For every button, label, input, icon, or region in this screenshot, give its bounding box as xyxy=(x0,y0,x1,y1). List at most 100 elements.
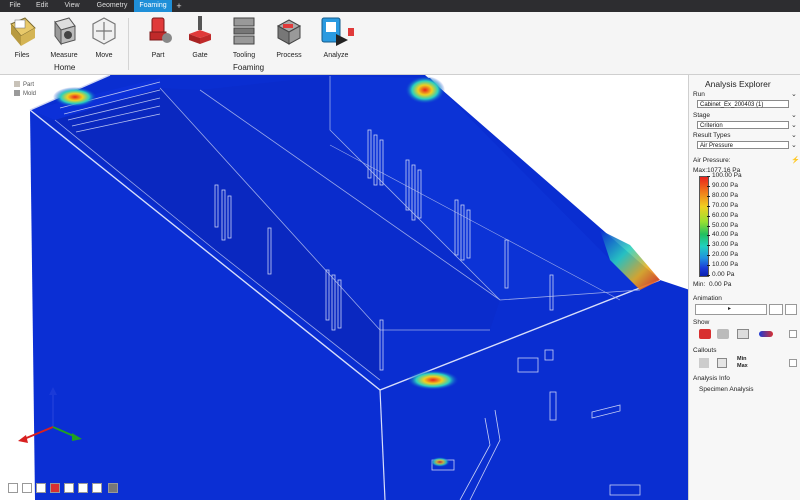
legend-mold-label: Mold xyxy=(23,91,37,97)
colorbar-tick-label: 90.00 Pa xyxy=(712,181,739,189)
colorbar-tick-label: 0.00 Pa xyxy=(712,271,735,278)
legend-part-label: Part xyxy=(23,82,35,88)
menu-view[interactable]: View xyxy=(58,0,86,12)
stage-collapse-icon[interactable]: ⌄ xyxy=(791,111,797,119)
view-section-button[interactable] xyxy=(36,483,46,493)
colorbar-tick-mark xyxy=(707,225,710,227)
move-icon xyxy=(92,17,116,45)
ribbon-toolbar: Files Measure Move Home Part Gate Toolin… xyxy=(0,12,800,75)
part-label: Part xyxy=(151,52,165,59)
result-types-label: Result Types xyxy=(693,132,731,139)
callout-point-icon[interactable] xyxy=(717,358,727,368)
colorbar-min-label: Min: xyxy=(693,281,706,288)
view-fit-button[interactable] xyxy=(22,483,32,493)
callouts-label: Callouts xyxy=(693,347,717,354)
stage-select[interactable]: Criterion xyxy=(697,121,789,129)
colorbar-tick-mark xyxy=(707,255,710,257)
colorbar-tick-mark xyxy=(707,235,710,237)
menu-foaming[interactable]: Foaming xyxy=(134,0,172,12)
gate-label: Gate xyxy=(192,52,208,59)
view-cube-button[interactable] xyxy=(108,483,118,493)
menu-file[interactable]: File xyxy=(4,0,26,12)
show-menu-button[interactable] xyxy=(789,330,797,338)
callouts-menu-button[interactable] xyxy=(789,359,797,367)
gate-button[interactable]: Gate xyxy=(182,14,218,59)
colorbar-tick-label: 50.00 Pa xyxy=(712,221,739,229)
colorbar-tick-label: 100.00 Pa xyxy=(712,172,742,179)
measure-button[interactable]: Measure xyxy=(46,14,82,59)
animation-play-button[interactable]: ▸ xyxy=(695,304,767,315)
play-icon: ▸ xyxy=(728,306,732,312)
result-types-collapse-icon[interactable]: ⌄ xyxy=(791,131,797,139)
colorbar-tick-mark xyxy=(707,275,710,276)
ribbon-separator xyxy=(128,18,129,70)
show-gate-icon[interactable] xyxy=(737,329,749,339)
part-icon xyxy=(149,17,172,43)
run-collapse-icon[interactable]: ⌄ xyxy=(791,90,797,98)
colorbar-tick-mark xyxy=(707,176,710,177)
view-record-button[interactable] xyxy=(50,483,60,493)
gate-icon xyxy=(189,16,211,44)
part-button[interactable]: Part xyxy=(140,14,176,59)
foaming-group-label: Foaming xyxy=(233,63,265,72)
result-type-dropdown-icon[interactable]: ⌄ xyxy=(791,141,797,149)
callout-probe-icon[interactable] xyxy=(699,358,709,368)
process-icon xyxy=(276,19,302,45)
show-part-icon[interactable] xyxy=(699,329,711,339)
files-icon xyxy=(10,17,36,46)
measure-label: Measure xyxy=(50,52,78,59)
colorbar-tick-mark xyxy=(707,265,710,267)
view-rotate-button[interactable] xyxy=(64,483,74,493)
pencil-icon[interactable] xyxy=(785,304,797,315)
colorbar-tick-label: 40.00 Pa xyxy=(712,231,739,239)
animation-settings-button[interactable] xyxy=(769,304,783,315)
show-result-icon[interactable] xyxy=(759,331,773,337)
view-pan-button[interactable] xyxy=(92,483,102,493)
callout-max-label[interactable]: Max xyxy=(737,363,748,369)
analyze-icon xyxy=(321,17,354,46)
menu-bar: File Edit View Geometry Foaming + xyxy=(0,0,800,12)
run-select[interactable]: Cabinet_Ex_200403 (1) xyxy=(697,100,789,108)
analysis-explorer-panel: Analysis Explorer Run ⌄ Cabinet_Ex_20040… xyxy=(688,75,800,500)
colorbar-tick-mark xyxy=(707,205,710,207)
callout-min-label[interactable]: Min xyxy=(737,356,746,362)
tooling-button[interactable]: Tooling xyxy=(226,14,262,59)
colorbar-min-value: 0.00 Pa xyxy=(709,281,732,288)
colorbar-tick-label: 70.00 Pa xyxy=(712,201,739,209)
lightning-icon[interactable]: ⚡ xyxy=(791,156,800,164)
colorbar-tick-label: 10.00 Pa xyxy=(712,261,739,269)
home-group-label: Home xyxy=(54,63,76,72)
show-label: Show xyxy=(693,319,710,326)
axis-triad-icon xyxy=(18,387,82,443)
analysis-info-value: Specimen Analysis xyxy=(699,386,754,393)
show-mold-icon[interactable] xyxy=(717,329,729,339)
move-button[interactable]: Move xyxy=(86,14,122,59)
measure-icon xyxy=(54,17,76,46)
cabinet-model-render[interactable] xyxy=(0,75,688,500)
colorbar-tick-mark xyxy=(707,245,710,247)
menu-geometry[interactable]: Geometry xyxy=(92,0,132,12)
legend-mold[interactable]: Mold xyxy=(14,90,36,97)
mold-swatch xyxy=(14,90,20,96)
stage-dropdown-icon[interactable]: ⌄ xyxy=(791,121,797,129)
animation-label: Animation xyxy=(693,295,722,302)
colorbar-tick-mark xyxy=(707,215,710,217)
view-home-button[interactable] xyxy=(8,483,18,493)
colorbar-max-label: Max: xyxy=(693,167,708,174)
analyze-label: Analyze xyxy=(323,52,349,59)
view-zoom-button[interactable] xyxy=(78,483,88,493)
analysis-info-label: Analysis Info xyxy=(693,375,730,382)
legend-part[interactable]: Part xyxy=(14,81,34,88)
colorbar-tick-mark xyxy=(707,195,710,197)
menu-edit[interactable]: Edit xyxy=(30,0,54,12)
colorbar-tick-label: 80.00 Pa xyxy=(712,191,739,199)
colorbar-tick-mark xyxy=(707,185,710,187)
result-type-select[interactable]: Air Pressure xyxy=(697,141,789,149)
tooling-label: Tooling xyxy=(232,52,256,59)
files-button[interactable]: Files xyxy=(4,14,40,59)
analyze-button[interactable]: Analyze xyxy=(318,14,354,59)
add-tab-button[interactable]: + xyxy=(173,0,185,12)
3d-viewport[interactable]: Part Mold xyxy=(0,75,688,500)
colorbar-title: Air Pressure: xyxy=(693,157,731,164)
process-button[interactable]: Process xyxy=(271,14,307,59)
